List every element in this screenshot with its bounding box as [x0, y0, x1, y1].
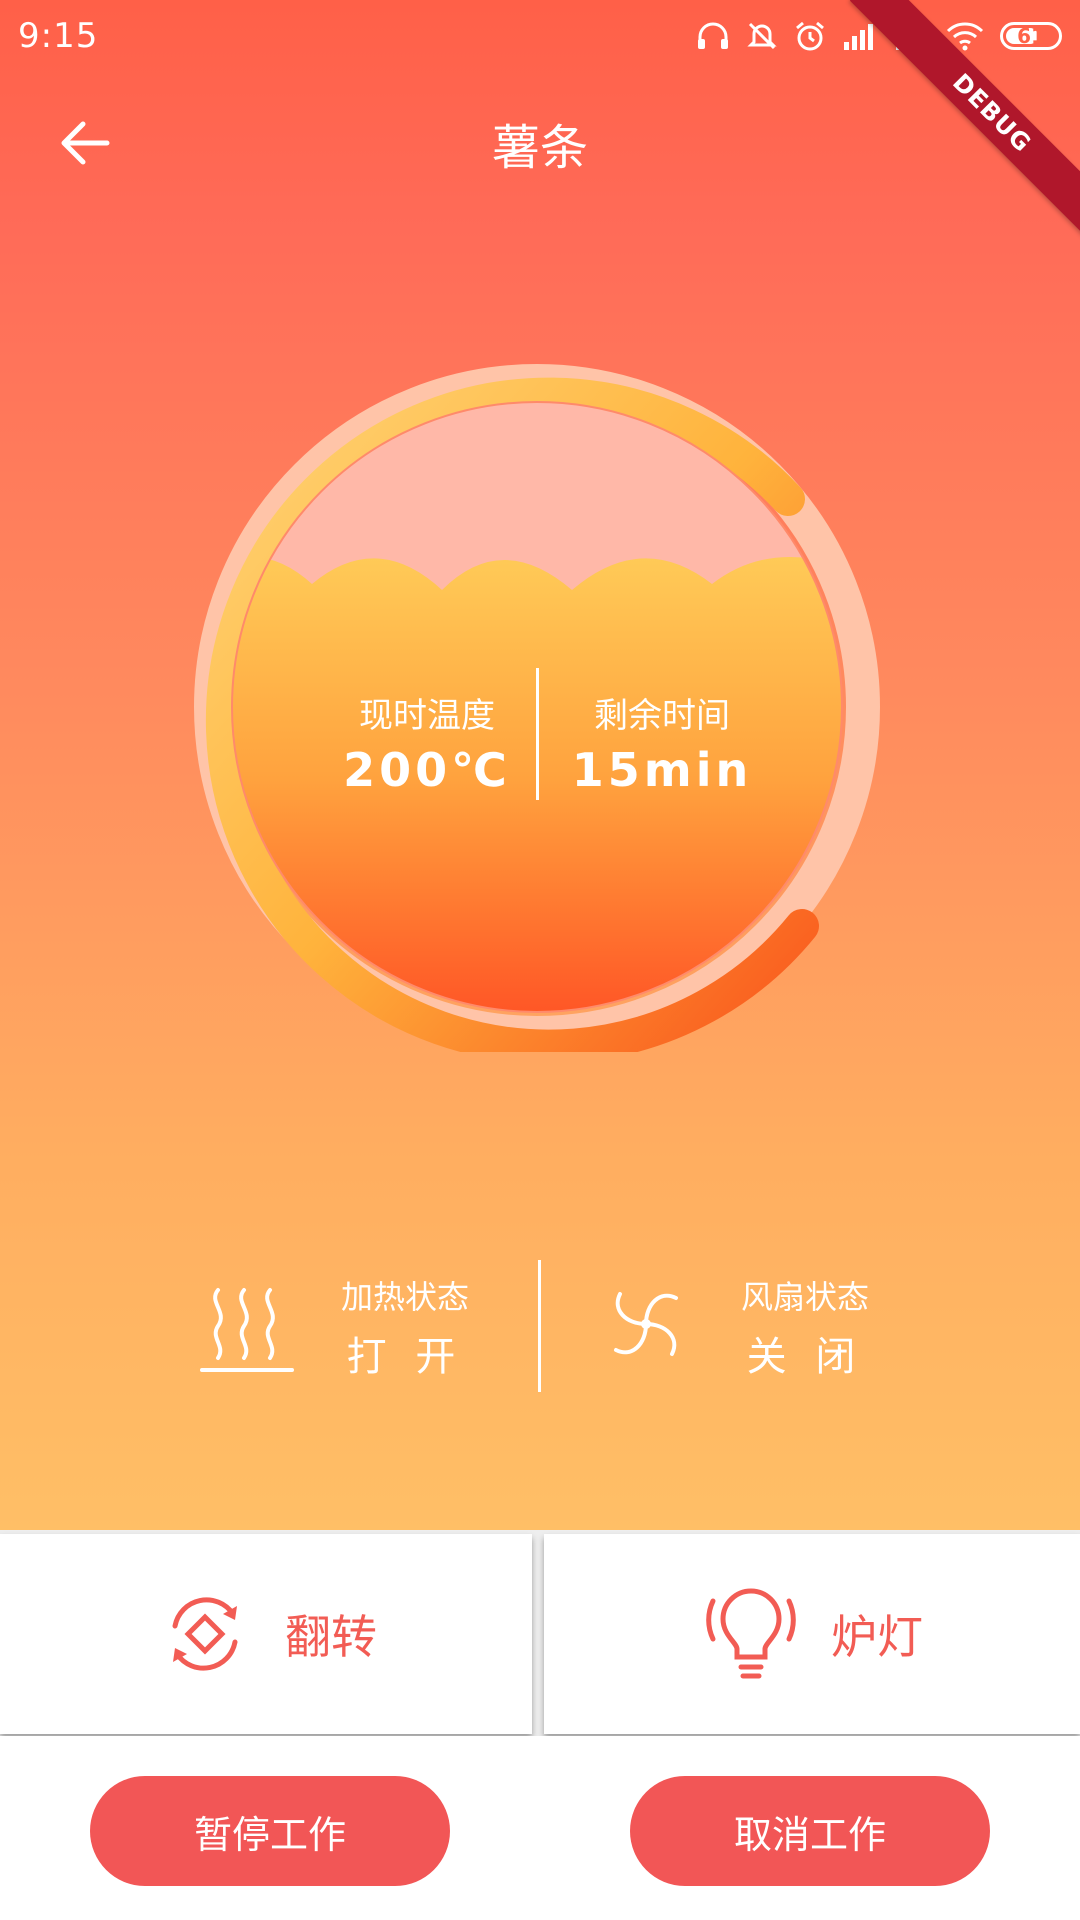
lightbulb-icon: [706, 1588, 796, 1679]
device-status-row: 加热状态 打 开 风扇状态 关 闭: [0, 1256, 1080, 1396]
fan-status: 风扇状态 关 闭: [730, 1272, 880, 1382]
gauge-readout: 现时温度 200℃ 剩余时间 15min: [192, 362, 882, 1052]
app-bar: 薯条: [0, 80, 1080, 200]
heating-label: 加热状态: [340, 1278, 469, 1316]
battery-level: 61: [1017, 24, 1045, 48]
headphones-icon: [698, 22, 728, 49]
remaining-time-label: 剩余时间: [594, 696, 730, 736]
lamp-button[interactable]: 炉灯: [544, 1534, 1080, 1734]
temperature-readout: 现时温度 200℃: [327, 688, 527, 797]
status-time: 9:15: [18, 16, 99, 56]
action-cards: 翻转 炉灯: [0, 1530, 1080, 1736]
alarm-icon: [796, 21, 824, 51]
heating-icon: [200, 1288, 294, 1372]
flip-label: 翻转: [285, 1610, 377, 1664]
rotate-icon: [172, 1597, 238, 1671]
signal-icon: [844, 24, 873, 50]
readout-divider: [536, 668, 539, 800]
fan-icon: [614, 1292, 678, 1356]
lamp-label: 炉灯: [831, 1610, 923, 1664]
heating-value: 打 开: [346, 1334, 464, 1380]
pause-work-button[interactable]: 暂停工作: [90, 1776, 450, 1886]
bottom-actions: 暂停工作 取消工作: [0, 1736, 1080, 1920]
temperature-label: 现时温度: [359, 696, 495, 736]
cancel-work-button[interactable]: 取消工作: [630, 1776, 990, 1886]
heating-status: 加热状态 打 开: [330, 1272, 480, 1382]
fan-label: 风扇状态: [740, 1278, 869, 1316]
temperature-value: 200℃: [343, 743, 511, 797]
bell-off-icon: [747, 22, 777, 50]
status-divider: [538, 1260, 541, 1392]
fan-value: 关 闭: [746, 1334, 864, 1380]
battery-indicator: 61: [1000, 22, 1062, 50]
hero-background: 9:15 61 薯条 DEBUG 现时温度 200℃ 剩余时间 15min 加热…: [0, 0, 1080, 1530]
page-title: 薯条: [491, 120, 588, 176]
remaining-time-value: 15min: [571, 743, 753, 797]
flip-button[interactable]: 翻转: [0, 1534, 532, 1734]
remaining-time-readout: 剩余时间 15min: [562, 688, 762, 797]
